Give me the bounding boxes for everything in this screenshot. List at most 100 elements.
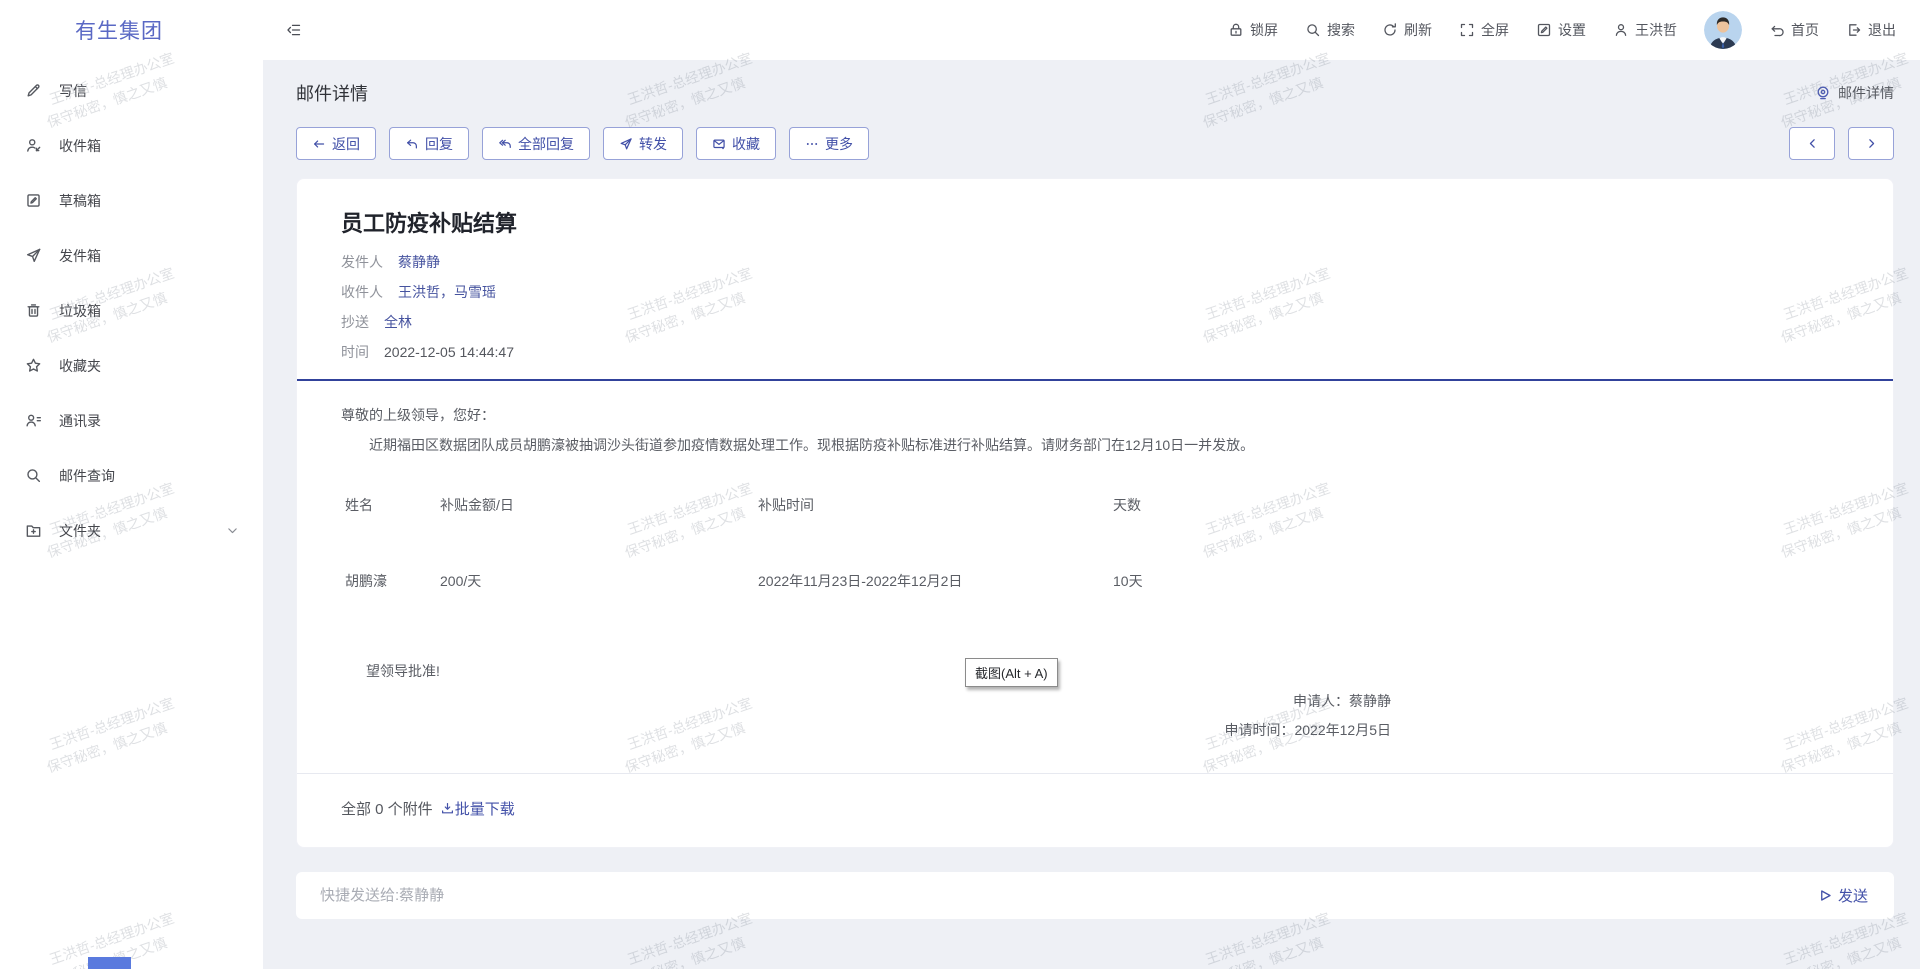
cc-label: 抄送 bbox=[341, 314, 369, 330]
from-label: 发件人 bbox=[341, 254, 383, 270]
email-to-row: 收件人王洪哲，马雪瑶 bbox=[341, 277, 1849, 307]
attachments-summary: 全部 0 个附件 bbox=[341, 798, 433, 819]
greeting-text: 尊敬的上级领导，您好： bbox=[341, 405, 1849, 425]
reply-all-label: 全部回复 bbox=[518, 134, 574, 154]
apply-time-value: 2022年12月5日 bbox=[1294, 722, 1391, 738]
sidebar-item-label: 发件箱 bbox=[59, 246, 101, 266]
batch-download-link[interactable]: 批量下载 bbox=[440, 798, 515, 819]
attachments-bar: 全部 0 个附件 批量下载 bbox=[297, 773, 1893, 847]
sidebar-item-contacts[interactable]: 通讯录 bbox=[0, 393, 263, 448]
home-button[interactable]: 首页 bbox=[1769, 20, 1819, 40]
search-button[interactable]: 搜索 bbox=[1305, 20, 1355, 40]
home-label: 首页 bbox=[1791, 20, 1819, 40]
sidebar-item-sent[interactable]: 发件箱 bbox=[0, 228, 263, 283]
avatar[interactable] bbox=[1704, 11, 1742, 49]
send-button[interactable]: 发送 bbox=[1818, 885, 1868, 906]
table-header-cell: 补贴时间 bbox=[758, 495, 1113, 515]
more-icon bbox=[805, 137, 819, 151]
sidebar-item-folders[interactable]: 文件夹 bbox=[0, 503, 263, 558]
sidebar-item-mail-search[interactable]: 邮件查询 bbox=[0, 448, 263, 503]
table-header-cell: 补贴金额/日 bbox=[440, 495, 758, 515]
sidebar-item-label: 写信 bbox=[59, 81, 87, 101]
top-header: 有生集团 锁屏 搜索 刷新 全屏 设置 王洪哲 bbox=[0, 0, 1920, 60]
quick-send-input[interactable] bbox=[320, 887, 1818, 904]
sidebar-item-label: 邮件查询 bbox=[59, 466, 115, 486]
reply-button[interactable]: 回复 bbox=[389, 127, 469, 160]
sidebar-item-inbox[interactable]: 收件箱 bbox=[0, 118, 263, 173]
more-label: 更多 bbox=[825, 134, 853, 154]
email-time-row: 时间2022-12-05 14:44:47 bbox=[341, 337, 1849, 367]
reply-all-button[interactable]: 全部回复 bbox=[482, 127, 590, 160]
screenshot-tooltip: 截图(Alt + A) bbox=[965, 658, 1058, 687]
sidebar-collapse-button[interactable] bbox=[286, 22, 302, 38]
fullscreen-button[interactable]: 全屏 bbox=[1459, 20, 1509, 40]
email-subject: 员工防疫补贴结算 bbox=[341, 209, 1849, 239]
inbox-icon bbox=[25, 137, 42, 154]
lockscreen-button[interactable]: 锁屏 bbox=[1228, 20, 1278, 40]
compose-icon bbox=[25, 82, 42, 99]
search-icon bbox=[1305, 22, 1321, 38]
logout-button[interactable]: 退出 bbox=[1846, 20, 1896, 40]
email-cc-row: 抄送全林 bbox=[341, 307, 1849, 337]
next-email-button[interactable] bbox=[1848, 127, 1894, 160]
email-pager bbox=[1789, 127, 1894, 160]
more-button[interactable]: 更多 bbox=[789, 127, 869, 160]
table-header-cell: 天数 bbox=[1113, 495, 1245, 515]
sidebar-item-trash[interactable]: 垃圾箱 bbox=[0, 283, 263, 338]
table-row: 胡鹏濠 200/天 2022年11月23日-2022年12月2日 10天 bbox=[345, 571, 1245, 591]
page-title: 邮件详情 bbox=[296, 80, 368, 106]
table-cell: 胡鹏濠 bbox=[345, 571, 440, 591]
sidebar-item-favorites[interactable]: 收藏夹 bbox=[0, 338, 263, 393]
back-label: 返回 bbox=[332, 134, 360, 154]
current-user-button[interactable]: 王洪哲 bbox=[1613, 20, 1677, 40]
header-toolbar: 锁屏 搜索 刷新 全屏 设置 王洪哲 bbox=[1228, 11, 1920, 49]
sidebar-item-drafts[interactable]: 草稿箱 bbox=[0, 173, 263, 228]
sidebar-item-label: 收藏夹 bbox=[59, 356, 101, 376]
favorite-label: 收藏 bbox=[732, 134, 760, 154]
body-paragraph: 近期福田区数据团队成员胡鹏濠被抽调沙头街道参加疫情数据处理工作。现根据防疫补贴标… bbox=[341, 435, 1849, 455]
back-button[interactable]: 返回 bbox=[296, 127, 376, 160]
email-card: 员工防疫补贴结算 发件人蔡静静 收件人王洪哲，马雪瑶 抄送全林 时间2022-1… bbox=[296, 178, 1894, 848]
breadcrumb-label: 邮件详情 bbox=[1838, 83, 1894, 103]
sidebar-item-label: 收件箱 bbox=[59, 136, 101, 156]
table-cell: 200/天 bbox=[440, 571, 758, 591]
cc-link[interactable]: 全林 bbox=[384, 314, 412, 330]
user-name-label: 王洪哲 bbox=[1635, 20, 1677, 40]
forward-button[interactable]: 转发 bbox=[603, 127, 683, 160]
settings-button[interactable]: 设置 bbox=[1536, 20, 1586, 40]
download-icon bbox=[440, 801, 455, 816]
batch-download-label: 批量下载 bbox=[455, 798, 515, 819]
sender-link[interactable]: 蔡静静 bbox=[398, 254, 440, 270]
logout-icon bbox=[1846, 22, 1862, 38]
contacts-icon bbox=[25, 412, 42, 429]
user-icon bbox=[1613, 22, 1629, 38]
sidebar: 写信 收件箱 草稿箱 发件箱 垃圾箱 收藏夹 通讯录 邮件查询 bbox=[0, 60, 263, 969]
applicant-label: 申请人： bbox=[1293, 693, 1349, 709]
taskbar-fragment bbox=[88, 957, 131, 969]
table-cell: 10天 bbox=[1113, 571, 1245, 591]
favorite-mail-icon bbox=[712, 137, 726, 151]
drafts-icon bbox=[25, 192, 42, 209]
lock-icon bbox=[1228, 22, 1244, 38]
sidebar-item-label: 草稿箱 bbox=[59, 191, 101, 211]
table-header-cell: 姓名 bbox=[345, 495, 440, 515]
sent-icon bbox=[25, 247, 42, 264]
reply-label: 回复 bbox=[425, 134, 453, 154]
email-body: 尊敬的上级领导，您好： 近期福田区数据团队成员胡鹏濠被抽调沙头街道参加疫情数据处… bbox=[297, 381, 1893, 759]
reply-icon bbox=[405, 137, 419, 151]
chevron-left-icon bbox=[1806, 137, 1819, 150]
time-label: 时间 bbox=[341, 344, 369, 360]
to-label: 收件人 bbox=[341, 284, 383, 300]
lockscreen-label: 锁屏 bbox=[1250, 20, 1278, 40]
fullscreen-label: 全屏 bbox=[1481, 20, 1509, 40]
table-cell: 2022年11月23日-2022年12月2日 bbox=[758, 571, 1113, 591]
chevron-right-icon bbox=[1865, 137, 1878, 150]
recipients-link[interactable]: 王洪哲，马雪瑶 bbox=[398, 284, 496, 300]
refresh-button[interactable]: 刷新 bbox=[1382, 20, 1432, 40]
favorite-button[interactable]: 收藏 bbox=[696, 127, 776, 160]
table-header-row: 姓名 补贴金额/日 补贴时间 天数 bbox=[345, 495, 1245, 515]
sidebar-item-compose[interactable]: 写信 bbox=[0, 63, 263, 118]
prev-email-button[interactable] bbox=[1789, 127, 1835, 160]
subsidy-table: 姓名 补贴金额/日 补贴时间 天数 胡鹏濠 200/天 2022年11月23日-… bbox=[345, 495, 1245, 591]
collapse-menu-icon bbox=[286, 22, 302, 38]
